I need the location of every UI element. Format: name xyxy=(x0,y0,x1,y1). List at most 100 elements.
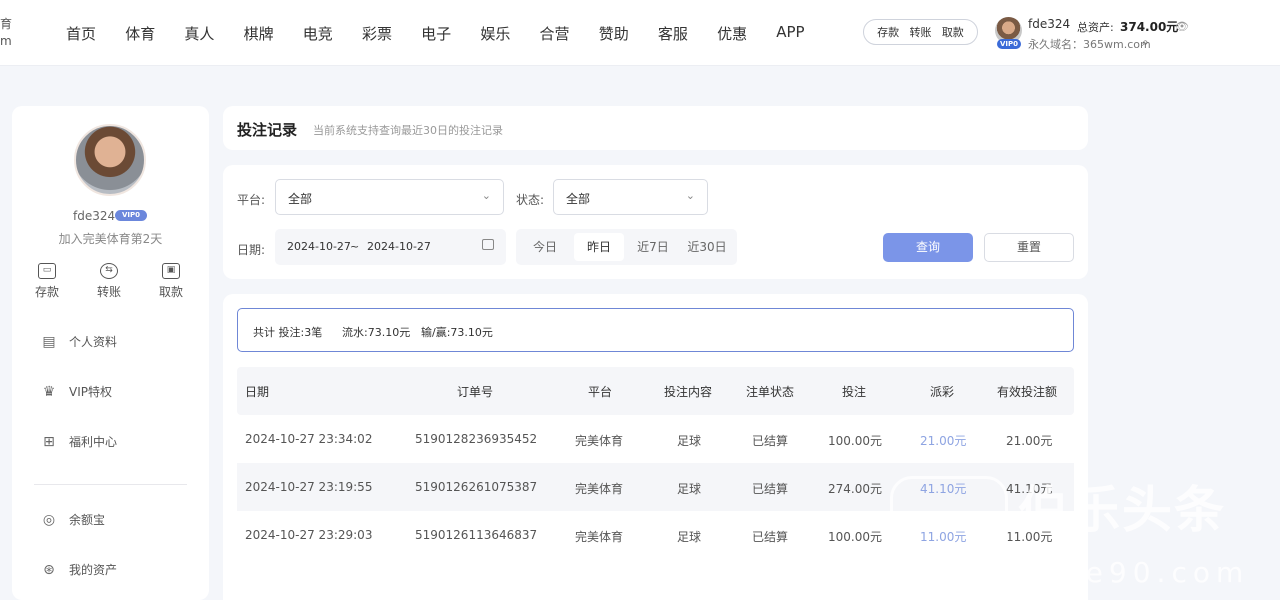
quick-withdraw-label: 取款 xyxy=(158,285,183,299)
range-30days[interactable]: 近30日 xyxy=(680,233,734,261)
id-card-icon: ▤ xyxy=(42,333,56,350)
nav-item-partner[interactable]: 合营 xyxy=(540,23,599,44)
sidebar-item-label: 余额宝 xyxy=(69,513,106,527)
status-label: 状态: xyxy=(516,193,545,207)
nav-item-live[interactable]: 真人 xyxy=(184,23,243,44)
range-today[interactable]: 今日 xyxy=(520,233,570,261)
cell-order-no: 5190126113646837 xyxy=(415,528,538,542)
total-assets-label: 总资产: xyxy=(1077,21,1114,34)
table-row: 2024-10-27 23:29:03 5190126113646837 完美体… xyxy=(237,511,1074,559)
cell-date: 2024-10-27 23:29:03 xyxy=(245,528,373,542)
cell-status: 已结算 xyxy=(752,482,789,496)
summary-total: 共计 投注:3笔 xyxy=(253,326,323,339)
col-date: 日期 xyxy=(245,385,270,399)
quick-deposit-button[interactable]: ▭ 存款 xyxy=(25,263,69,300)
range-yesterday[interactable]: 昨日 xyxy=(574,233,624,261)
nav-item-support[interactable]: 客服 xyxy=(658,23,717,44)
crown-icon: ♛ xyxy=(42,383,56,400)
cell-status: 已结算 xyxy=(752,434,789,448)
sidebar-vip-badge: VIP0 xyxy=(115,210,147,221)
cell-bet-content: 足球 xyxy=(677,434,702,448)
platform-label: 平台: xyxy=(237,193,266,207)
transfer-link[interactable]: 转账 xyxy=(909,24,931,40)
sidebar-item-yuebao[interactable]: ◎ 余额宝 xyxy=(40,511,105,528)
nav-item-lottery[interactable]: 彩票 xyxy=(362,23,421,44)
col-status: 注单状态 xyxy=(746,385,795,399)
sidebar-item-assets[interactable]: ⊛ 我的资产 xyxy=(40,561,117,578)
permanent-domain: 永久域名：365wm.com xyxy=(1028,38,1151,51)
assets-icon: ⊛ xyxy=(43,561,55,578)
sidebar-item-vip[interactable]: ♛ VIP特权 xyxy=(40,383,112,400)
date-to: 2024-10-27 xyxy=(367,240,431,253)
cell-valid-bet: 11.00元 xyxy=(1006,530,1053,544)
col-order-no: 订单号 xyxy=(457,385,494,399)
deposit-link[interactable]: 存款 xyxy=(877,24,899,40)
withdraw-icon: ▣ xyxy=(162,263,180,279)
status-select-value: 全部 xyxy=(566,192,591,206)
cell-payout: 41.10元 xyxy=(920,482,967,496)
sidebar-item-label: 福利中心 xyxy=(69,435,118,449)
sidebar-item-welfare[interactable]: ⊞ 福利中心 xyxy=(40,433,117,450)
calendar-icon xyxy=(482,239,494,250)
quick-withdraw-button[interactable]: ▣ 取款 xyxy=(149,263,193,300)
query-button[interactable]: 查询 xyxy=(883,233,973,262)
nav-item-home[interactable]: 首页 xyxy=(66,23,125,44)
summary-flow: 流水:73.10元 xyxy=(342,326,411,339)
vip-badge: VIP0 xyxy=(997,39,1021,49)
gift-icon: ⊞ xyxy=(43,433,55,450)
quick-transfer-button[interactable]: ⇆ 转账 xyxy=(87,263,131,300)
cell-status: 已结算 xyxy=(752,530,789,544)
page-title-card: 投注记录 当前系统支持查询最近30日的投注记录 xyxy=(223,106,1088,150)
nav-item-slots[interactable]: 电子 xyxy=(421,23,480,44)
nav-item-sponsor[interactable]: 赞助 xyxy=(599,23,658,44)
nav-item-promotions[interactable]: 优惠 xyxy=(717,23,776,44)
summary-winloss: 输/赢:73.10元 xyxy=(421,326,493,339)
total-assets-value: 374.00元 xyxy=(1120,20,1179,34)
cell-order-no: 5190126261075387 xyxy=(415,480,538,494)
cell-bet: 100.00元 xyxy=(828,434,882,448)
sidebar-username: fde324 xyxy=(73,209,116,223)
nav-item-app[interactable]: APP xyxy=(776,23,835,44)
status-select[interactable]: 全部 ⌄ xyxy=(553,179,708,215)
col-bet: 投注 xyxy=(842,385,867,399)
table-header: 日期 订单号 平台 投注内容 注单状态 投注 派彩 有效投注额 xyxy=(237,367,1074,415)
transfer-icon: ⇆ xyxy=(100,263,118,279)
cell-order-no: 5190128236935452 xyxy=(415,432,538,446)
platform-select[interactable]: 全部 ⌄ xyxy=(275,179,504,215)
chevron-down-icon: ⌄ xyxy=(481,189,491,202)
wallet-icon: ▭ xyxy=(38,263,56,279)
date-from: 2024-10-27 xyxy=(287,240,351,253)
cell-payout: 11.00元 xyxy=(920,530,967,544)
nav-item-esports[interactable]: 电竞 xyxy=(303,23,362,44)
cell-platform: 完美体育 xyxy=(575,530,624,544)
chevron-down-icon: ⌄ xyxy=(685,189,695,202)
withdraw-link[interactable]: 取款 xyxy=(942,24,964,40)
main-nav: 首页 体育 真人 棋牌 电竞 彩票 电子 娱乐 合营 赞助 客服 优惠 APP xyxy=(66,23,835,44)
top-header: 育 m 首页 体育 真人 棋牌 电竞 彩票 电子 娱乐 合营 赞助 客服 优惠 … xyxy=(0,0,1280,66)
platform-select-value: 全部 xyxy=(288,192,313,206)
quick-transfer-label: 转账 xyxy=(96,285,121,299)
date-range-picker[interactable]: 2024-10-27 ~ 2024-10-27 xyxy=(275,229,506,265)
col-bet-content: 投注内容 xyxy=(664,385,713,399)
profile-avatar[interactable] xyxy=(74,124,146,196)
table-row: 2024-10-27 23:19:55 5190126261075387 完美体… xyxy=(237,463,1074,511)
logo[interactable]: 育 m xyxy=(0,16,12,50)
cell-platform: 完美体育 xyxy=(575,434,624,448)
cell-bet-content: 足球 xyxy=(677,482,702,496)
nav-item-sports[interactable]: 体育 xyxy=(125,23,184,44)
sidebar-item-profile[interactable]: ▤ 个人资料 xyxy=(40,333,117,350)
user-sidebar: fde324 VIP0 加入完美体育第2天 ▭ 存款 ⇆ 转账 ▣ 取款 ▤ 个… xyxy=(12,106,209,600)
quick-deposit-label: 存款 xyxy=(34,285,59,299)
nav-item-chess[interactable]: 棋牌 xyxy=(244,23,303,44)
logo-text-top: 育 xyxy=(0,17,13,31)
eye-icon[interactable]: 👁 xyxy=(1175,20,1189,33)
sidebar-item-label: 个人资料 xyxy=(69,335,118,349)
col-payout: 派彩 xyxy=(930,385,955,399)
table-row: 2024-10-27 23:34:02 5190128236935452 完美体… xyxy=(237,415,1074,463)
nav-item-entertainment[interactable]: 娱乐 xyxy=(480,23,539,44)
range-7days[interactable]: 近7日 xyxy=(628,233,678,261)
cell-bet: 100.00元 xyxy=(828,530,882,544)
search-icon[interactable]: ⌕ xyxy=(1142,35,1149,50)
cell-date: 2024-10-27 23:34:02 xyxy=(245,432,373,446)
reset-button[interactable]: 重置 xyxy=(984,233,1074,262)
